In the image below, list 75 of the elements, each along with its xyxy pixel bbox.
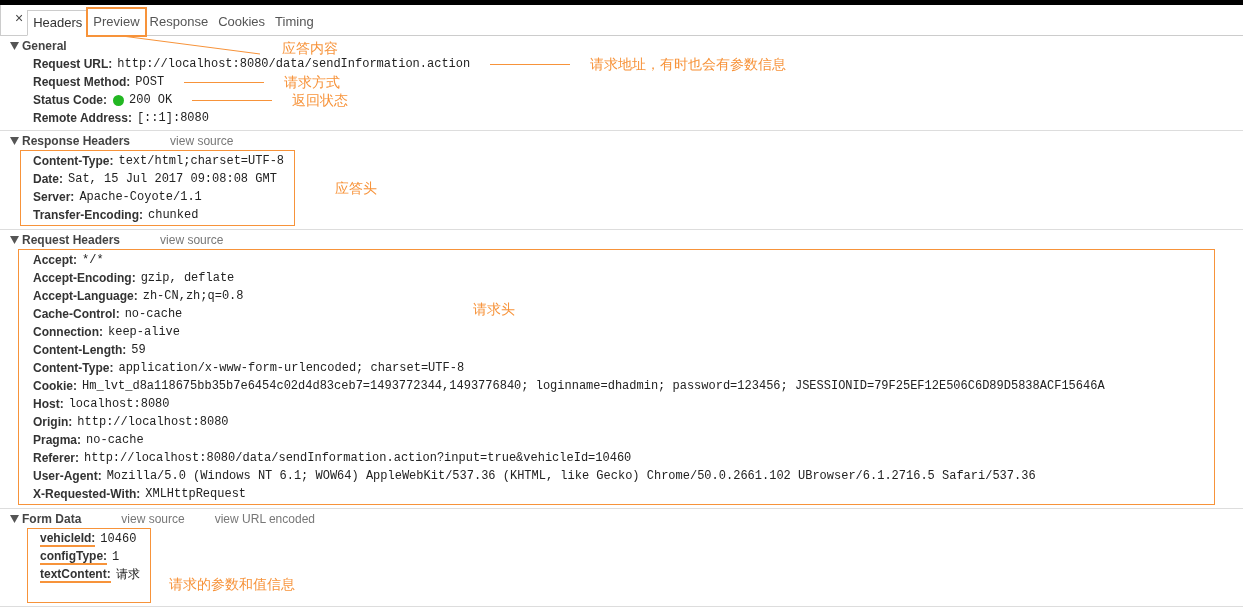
disclosure-triangle-icon[interactable] xyxy=(10,236,22,244)
view-link[interactable]: view URL encoded xyxy=(214,510,315,528)
header-name: Server: xyxy=(33,189,75,206)
header-value: http://localhost:8080/data/sendInformation.action xyxy=(117,56,471,73)
header-name: Content-Type: xyxy=(33,360,114,377)
disclosure-triangle-icon[interactable] xyxy=(10,42,22,50)
header-name: Content-Length: xyxy=(33,342,127,359)
header-name: Cookie: xyxy=(33,378,77,395)
view-link[interactable]: view source xyxy=(170,132,234,150)
annotation-text: 应答头 xyxy=(335,178,378,198)
header-name: Cache-Control: xyxy=(33,306,120,323)
annotation-text: 请求地址，有时也会有参数信息 xyxy=(590,54,787,74)
annotation-text: 应答内容 xyxy=(282,39,339,58)
section-title[interactable]: General xyxy=(22,37,67,55)
header-name: Remote Address: xyxy=(33,110,132,127)
header-value: 请求 xyxy=(115,567,140,584)
annotation-text: 请求头 xyxy=(473,300,515,319)
header-name: textContent: xyxy=(40,567,111,583)
header-value: no-cache xyxy=(86,432,144,449)
header-value: zh-CN,zh;q=0.8 xyxy=(142,288,244,305)
header-value: no-cache xyxy=(124,306,183,323)
section-title[interactable]: Response Headers xyxy=(22,132,131,150)
header-name: Pragma: xyxy=(33,432,82,449)
tab[interactable]: Response xyxy=(144,9,214,35)
header-value: Mozilla/5.0 (Windows NT 6.1; WOW64) AppleWebKit/537.36 (KHTML, like Gecko) Chrome/50.0.2661.102 UBrowser/6.1.2716.5 Safari/537.36 xyxy=(106,468,1036,485)
disclosure-triangle-icon[interactable] xyxy=(10,137,22,145)
annotation-text: 请求的参数和值信息 xyxy=(168,575,295,594)
annotation-text: 返回状态 xyxy=(292,90,349,110)
header-name: Content-Type: xyxy=(33,153,114,170)
tab[interactable]: Timing xyxy=(270,9,319,35)
tab[interactable]: Headers xyxy=(27,10,89,36)
header-value: 1 xyxy=(112,549,120,566)
header-value: application/x-www-form-urlencoded; charset=UTF-8 xyxy=(118,360,465,377)
header-value: keep-alive xyxy=(108,324,180,341)
header-name: Transfer-Encoding: xyxy=(33,207,143,224)
header-value: 200 OK xyxy=(129,92,173,109)
section-title[interactable]: Request Headers xyxy=(22,231,121,249)
header-name: Request Method: xyxy=(33,74,131,91)
header-name: Date: xyxy=(33,171,63,188)
section-title[interactable]: Form Data xyxy=(22,510,82,528)
header-name: Request URL: xyxy=(33,56,113,73)
header-name: Accept-Encoding: xyxy=(33,270,136,287)
header-value: Apache-Coyote/1.1 xyxy=(79,189,202,206)
header-name: Accept-Language: xyxy=(33,288,138,305)
view-link[interactable]: view source xyxy=(121,510,185,528)
header-name: User-Agent: xyxy=(33,468,102,485)
header-value: */* xyxy=(82,252,104,269)
header-value: 59 xyxy=(131,342,146,359)
view-link[interactable]: view source xyxy=(160,231,224,249)
header-value: http://localhost:8080/data/sendInformation.action?input=true&vehicleId=10460 xyxy=(84,450,632,467)
header-name: configType: xyxy=(40,549,108,565)
header-name: Status Code: xyxy=(33,92,107,109)
header-name: Connection: xyxy=(33,324,103,341)
header-value: 10460 xyxy=(100,531,137,548)
header-value: chunked xyxy=(148,207,199,224)
header-value: localhost:8080 xyxy=(68,396,170,413)
header-value: gzip, deflate xyxy=(140,270,235,287)
tab[interactable]: Preview xyxy=(88,9,145,35)
tab[interactable]: Cookies xyxy=(213,9,271,35)
header-name: Host: xyxy=(33,396,64,413)
annotation-text: 请求方式 xyxy=(284,72,341,92)
header-name: X-Requested-With: xyxy=(33,486,141,503)
header-name: vehicleId: xyxy=(40,531,96,547)
header-value: Sat, 15 Jul 2017 09:08:08 GMT xyxy=(68,171,277,188)
header-value: http://localhost:8080 xyxy=(77,414,229,431)
header-name: Origin: xyxy=(33,414,73,431)
disclosure-triangle-icon[interactable] xyxy=(10,515,22,523)
header-value: POST xyxy=(135,74,165,91)
header-value: Hm_lvt_d8a118675bb35b7e6454c02d4d83ceb7=1493772344,1493776840; loginname=dhadmin; password=123456; JSESSIONID=79F25EF12E506C6D89D5838ACF15646A xyxy=(82,378,1105,395)
header-value: text/html;charset=UTF-8 xyxy=(118,153,285,170)
header-value: XMLHttpRequest xyxy=(145,486,247,503)
header-name: Referer: xyxy=(33,450,80,467)
header-value: [::1]:8080 xyxy=(136,110,209,127)
header-name: Accept: xyxy=(33,252,77,269)
close-icon[interactable]: × xyxy=(11,8,28,35)
